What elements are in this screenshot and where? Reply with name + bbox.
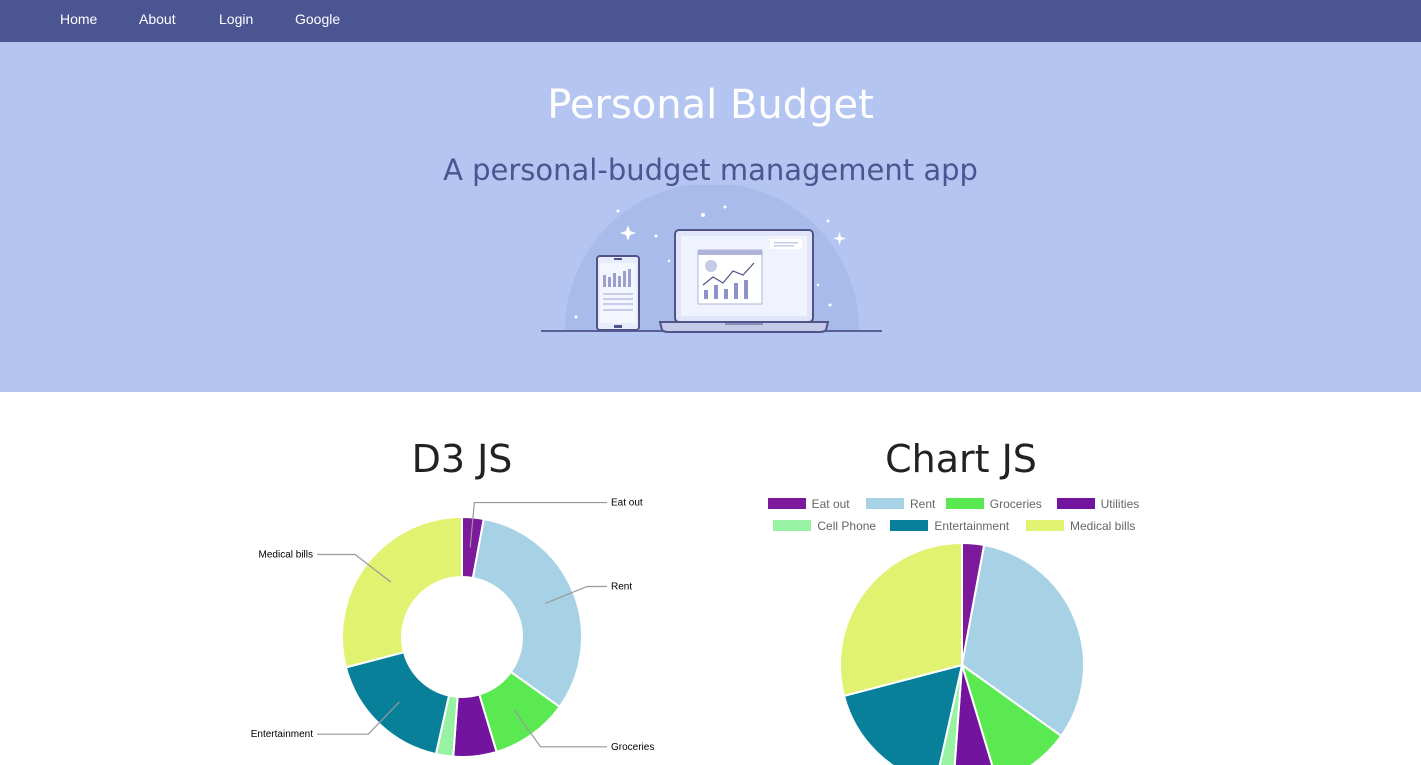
- legend-label-medical-bills: Medical bills: [1070, 519, 1136, 533]
- legend-label-utilities: Utilities: [1100, 497, 1140, 511]
- chartjs-legend: Eat out Rent Groceries Utilities Cell Phone E…: [0, 0, 1421, 765]
- legend-swatch-utilities: [1056, 498, 1095, 509]
- legend-swatch-eat-out: [767, 498, 806, 509]
- legend-item-cell-phone[interactable]: Cell Phone: [773, 519, 876, 533]
- legend-item-rent[interactable]: Rent: [866, 497, 935, 511]
- legend-swatch-rent: [866, 498, 904, 509]
- legend-label-entertainment: Entertainment: [934, 519, 1010, 533]
- legend-item-utilities[interactable]: Utilities: [1056, 497, 1140, 511]
- legend-swatch-entertainment: [890, 520, 929, 531]
- legend-item-eat-out[interactable]: Eat out: [767, 497, 850, 511]
- legend-swatch-medical-bills: [1026, 520, 1064, 531]
- legend-label-eat-out: Eat out: [811, 497, 850, 511]
- legend-label-cell-phone: Cell Phone: [817, 519, 877, 533]
- legend-item-groceries[interactable]: Groceries: [945, 497, 1042, 511]
- legend-swatch-groceries: [945, 498, 984, 509]
- legend-label-rent: Rent: [910, 497, 936, 511]
- legend-item-medical-bills[interactable]: Medical bills: [1026, 519, 1135, 533]
- legend-label-groceries: Groceries: [989, 497, 1042, 511]
- legend-item-entertainment[interactable]: Entertainment: [890, 519, 1009, 533]
- legend-swatch-cell-phone: [773, 520, 812, 531]
